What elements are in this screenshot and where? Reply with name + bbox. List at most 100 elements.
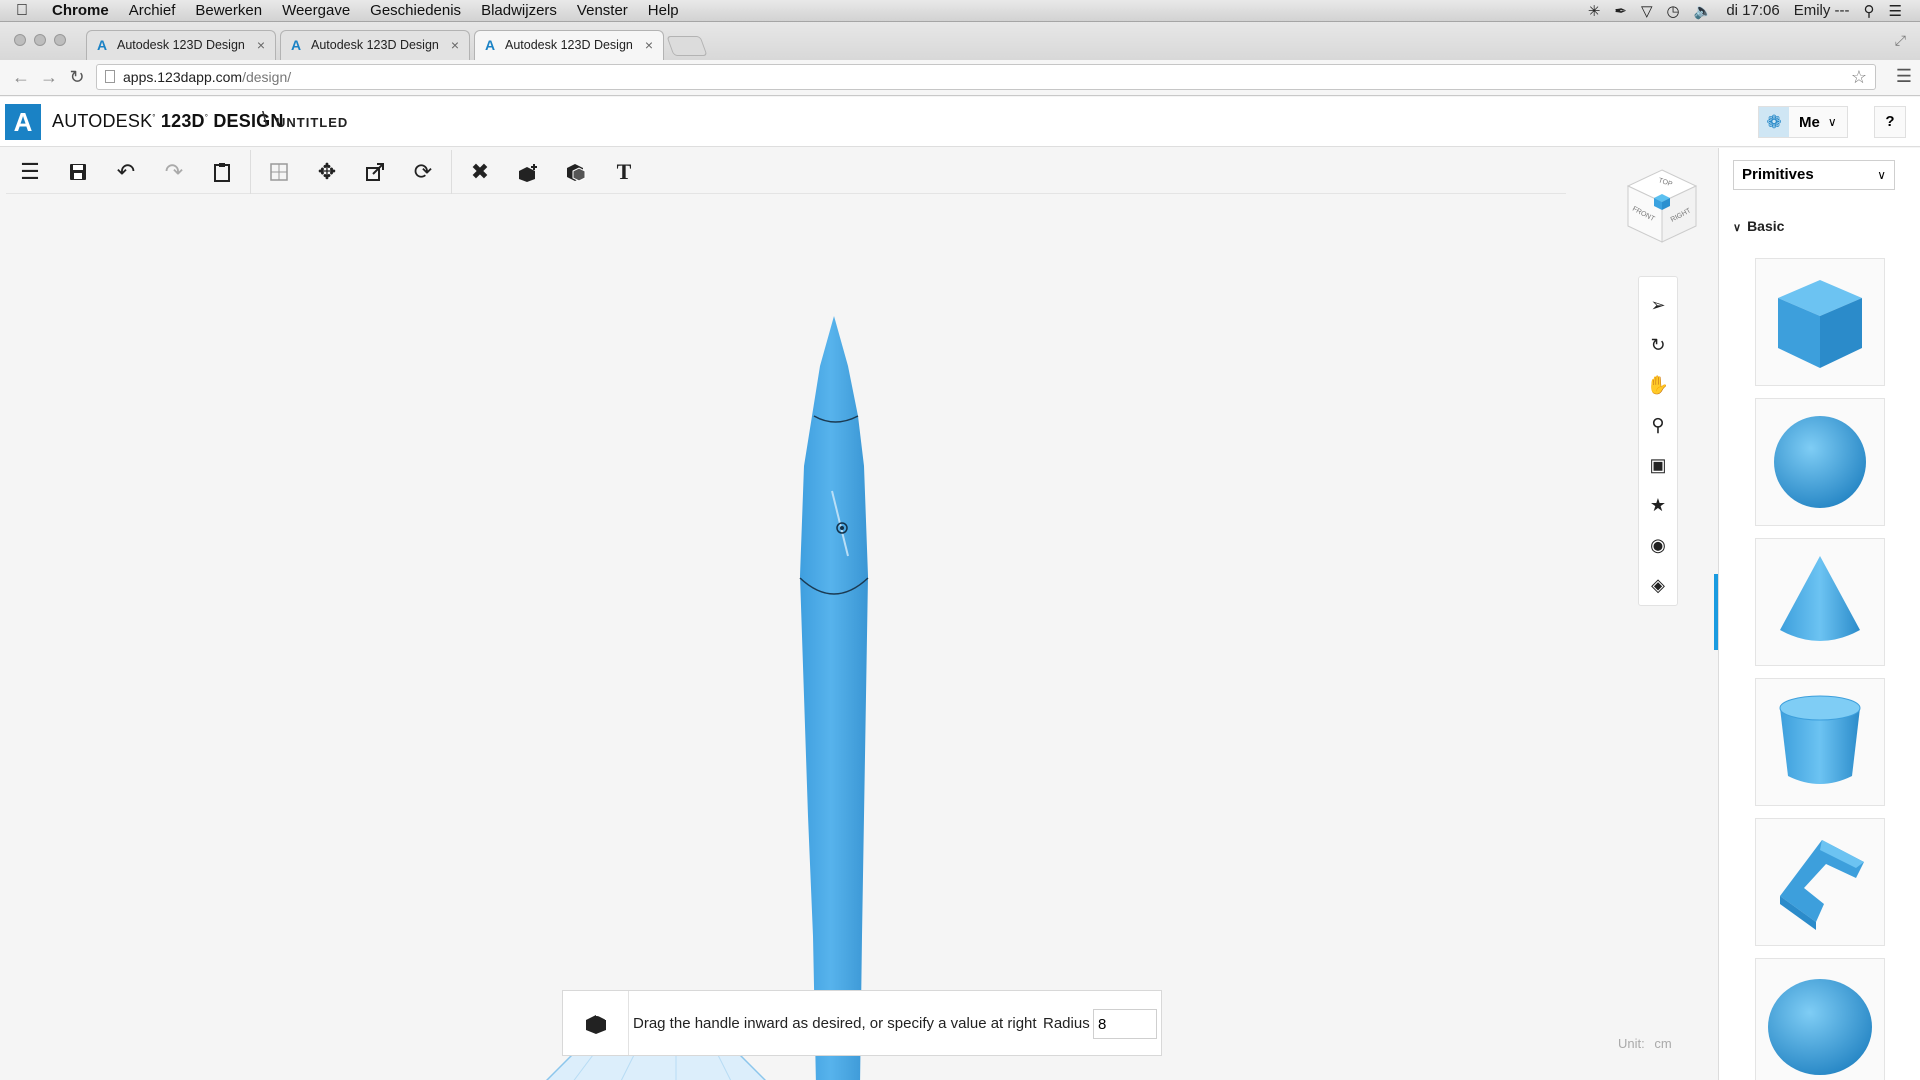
primitive-box[interactable]	[1755, 258, 1885, 386]
3d-model[interactable]	[776, 316, 906, 1080]
clock[interactable]: di 17:06	[1726, 2, 1779, 19]
url-path: /design/	[242, 69, 292, 85]
user-menu-button[interactable]: ❁ Me ∨	[1758, 106, 1848, 138]
cone-icon	[1780, 556, 1860, 641]
menu-archief[interactable]: Archief	[119, 2, 186, 19]
forward-icon[interactable]: →	[38, 66, 60, 88]
help-button[interactable]: ?	[1874, 106, 1906, 138]
pan-icon[interactable]: ✋	[1640, 365, 1676, 405]
status-area: ✳ ✒ ▽ ◷ 🔈 di 17:06 Emily --- ⚲ ☰	[1588, 2, 1920, 20]
chevron-down-icon: ∨	[1733, 222, 1742, 234]
zoom-selected-icon[interactable]: ★	[1640, 485, 1676, 525]
cylinder-icon	[1779, 695, 1861, 784]
zoom-window-button[interactable]	[54, 34, 66, 46]
apple-menu-icon[interactable]: 	[16, 2, 42, 20]
browser-tab[interactable]: A Autodesk 123D Design ×	[280, 30, 470, 60]
browser-tab-active[interactable]: A Autodesk 123D Design ×	[474, 30, 664, 60]
document-title[interactable]: UNTITLED	[276, 115, 348, 130]
autodesk-logo-icon[interactable]: A	[5, 104, 41, 140]
menu-weergave[interactable]: Weergave	[272, 2, 360, 19]
autodesk-favicon-icon: A	[291, 37, 302, 53]
menu-geschiedenis[interactable]: Geschiedenis	[360, 2, 471, 19]
bookmark-star-icon[interactable]: ☆	[1851, 65, 1867, 89]
tab-close-icon[interactable]: ×	[645, 31, 653, 59]
bluetooth-icon[interactable]: ✳	[1588, 2, 1601, 20]
select-icon[interactable]: ➢	[1640, 285, 1676, 325]
back-icon[interactable]: ←	[10, 66, 32, 88]
macos-menu-bar:  Chrome Archief Bewerken Weergave Gesch…	[0, 0, 1920, 22]
main-toolbar: ☰ ↶ ↷ ✥ ⟳ ✖ T	[6, 149, 1566, 194]
modify-icon[interactable]: ✖	[456, 150, 504, 194]
move-icon[interactable]: ✥	[303, 150, 351, 194]
brand-title: AUTODESK° 123D° DESIGN	[52, 111, 284, 131]
unit-label: Unit:	[1618, 1036, 1645, 1051]
text-icon[interactable]: T	[600, 150, 648, 194]
clipboard-icon[interactable]	[198, 150, 246, 194]
primitive-cylinder[interactable]	[1755, 678, 1885, 806]
tab-title: Autodesk 123D Design	[117, 38, 245, 52]
rotate-icon[interactable]: ⟳	[399, 150, 447, 194]
hint-text: Drag the handle inward as desired, or sp…	[633, 1014, 1037, 1032]
reload-icon[interactable]: ↻	[66, 66, 88, 88]
browser-tab-strip: A Autodesk 123D Design × A Autodesk 123D…	[0, 22, 1920, 60]
radius-input[interactable]	[1093, 1009, 1157, 1039]
menu-venster[interactable]: Venster	[567, 2, 638, 19]
3d-viewport[interactable]: TOP FRONT RIGHT ➢ ↻ ✋ ⚲ ▣ ★ ◉ ◈ Unit: cm	[6, 169, 1720, 1080]
primitive-hemisphere[interactable]	[1755, 958, 1885, 1080]
tab-title: Autodesk 123D Design	[311, 38, 439, 52]
smart-move-icon[interactable]	[255, 150, 303, 194]
user-name[interactable]: Emily ---	[1794, 2, 1850, 19]
menu-help[interactable]: Help	[638, 2, 689, 19]
basic-section-header[interactable]: ∨ Basic	[1733, 218, 1784, 234]
material-icon[interactable]: ◈	[1640, 565, 1676, 605]
window-controls	[14, 34, 66, 46]
user-label: Me	[1799, 113, 1820, 131]
box-icon	[1778, 280, 1862, 368]
sphere-icon	[1774, 416, 1866, 508]
url-host: apps.123dapp.com	[123, 69, 243, 85]
basic-section-label: Basic	[1747, 218, 1785, 234]
scale-icon[interactable]	[351, 150, 399, 194]
close-window-button[interactable]	[14, 34, 26, 46]
chrome-menu-icon[interactable]: ☰	[1896, 66, 1912, 87]
operation-hint-bar: Drag the handle inward as desired, or sp…	[562, 990, 1162, 1056]
combine-icon[interactable]	[552, 150, 600, 194]
brand-suffix: DESIGN	[213, 111, 284, 131]
hemisphere-icon	[1768, 979, 1872, 1075]
spotlight-icon[interactable]: ⚲	[1864, 2, 1875, 20]
save-icon[interactable]	[54, 150, 102, 194]
zoom-icon[interactable]: ⚲	[1640, 405, 1676, 445]
primitive-polygon[interactable]	[1755, 818, 1885, 946]
redo-icon[interactable]: ↷	[150, 150, 198, 194]
menu-bladwijzers[interactable]: Bladwijzers	[471, 2, 567, 19]
notification-icon[interactable]: ☰	[1889, 2, 1902, 20]
autodesk-favicon-icon: A	[485, 37, 496, 53]
menu-icon[interactable]: ☰	[6, 150, 54, 194]
menu-app[interactable]: Chrome	[42, 2, 119, 19]
tab-close-icon[interactable]: ×	[451, 31, 459, 59]
unit-indicator: Unit: cm	[1618, 1036, 1672, 1051]
view-cube[interactable]: TOP FRONT RIGHT	[1622, 166, 1702, 246]
volume-icon[interactable]: 🔈	[1694, 2, 1713, 20]
minimize-window-button[interactable]	[34, 34, 46, 46]
undo-icon[interactable]: ↶	[102, 150, 150, 194]
new-tab-button[interactable]	[666, 36, 708, 56]
construct-icon[interactable]	[504, 150, 552, 194]
menu-bewerken[interactable]: Bewerken	[185, 2, 272, 19]
visibility-icon[interactable]: ◉	[1640, 525, 1676, 565]
fullscreen-icon[interactable]: ⤢	[1895, 32, 1906, 49]
unit-value[interactable]: cm	[1654, 1036, 1671, 1051]
pen-icon[interactable]: ✒	[1614, 2, 1627, 20]
browser-tab[interactable]: A Autodesk 123D Design ×	[86, 30, 276, 60]
primitives-dropdown[interactable]: Primitives ∨	[1733, 160, 1895, 190]
fit-icon[interactable]: ▣	[1640, 445, 1676, 485]
tab-close-icon[interactable]: ×	[257, 31, 265, 59]
brand-prefix: AUTODESK	[52, 111, 153, 131]
address-bar[interactable]: apps.123dapp.com/design/ ☆	[96, 64, 1876, 90]
time-machine-icon[interactable]: ◷	[1667, 2, 1680, 20]
primitive-sphere[interactable]	[1755, 398, 1885, 526]
primitive-cone[interactable]	[1755, 538, 1885, 666]
wifi-icon[interactable]: ▽	[1641, 2, 1653, 20]
orbit-icon[interactable]: ↻	[1640, 325, 1676, 365]
page-icon	[105, 70, 115, 83]
